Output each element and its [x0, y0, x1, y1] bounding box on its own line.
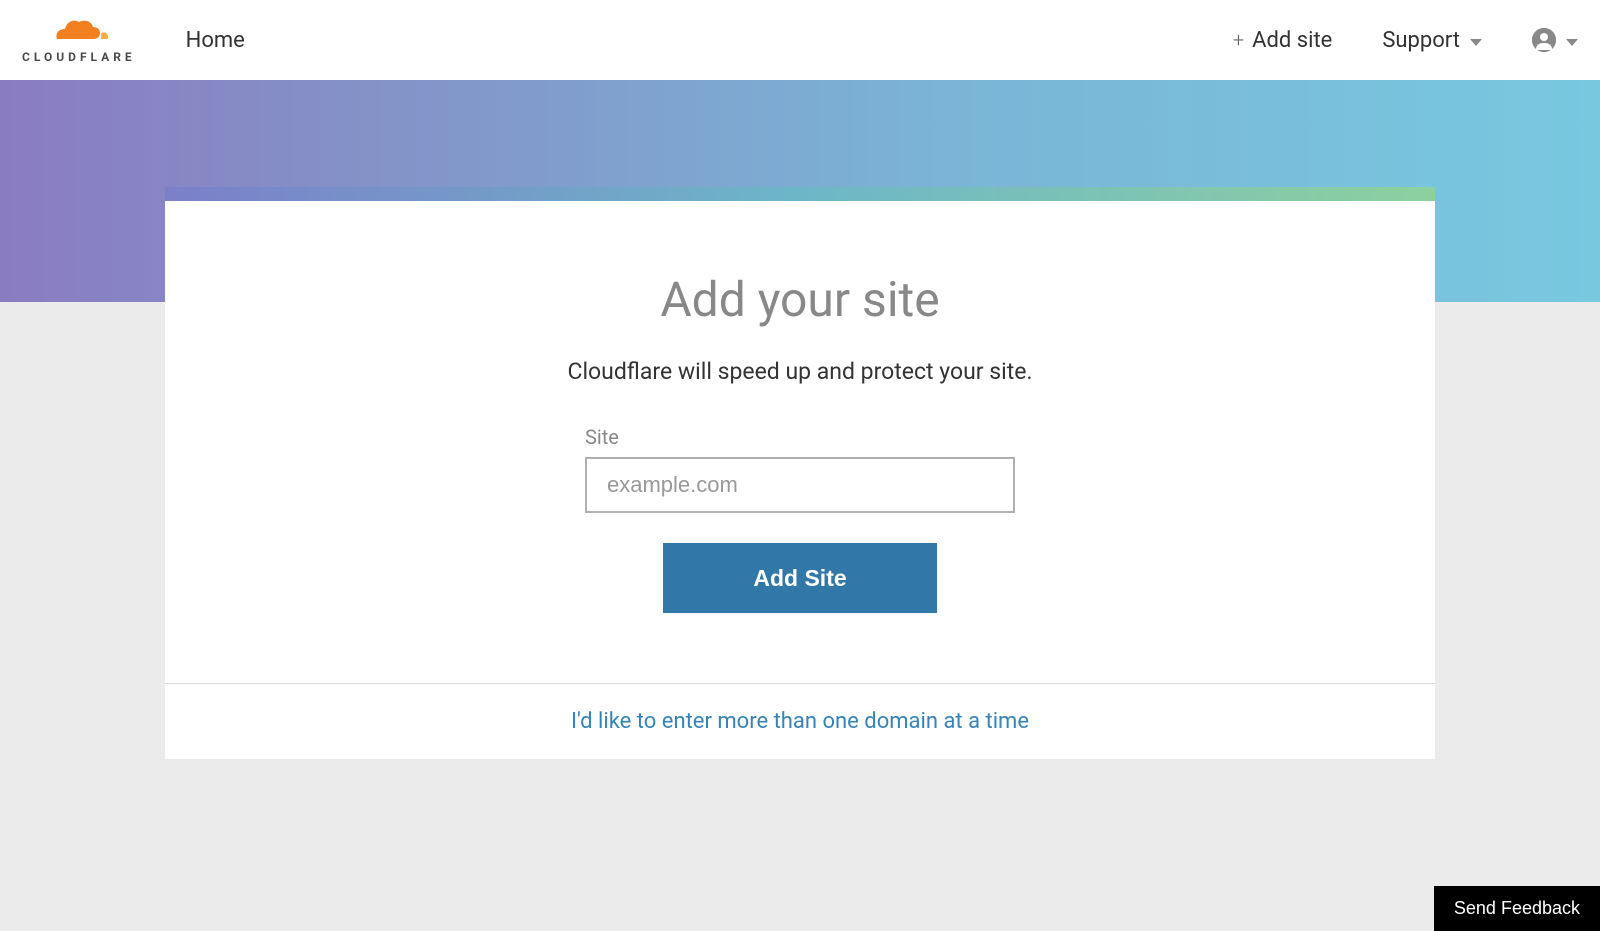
add-site-link[interactable]: + Add site	[1233, 28, 1333, 53]
multi-domain-link[interactable]: I'd like to enter more than one domain a…	[571, 709, 1029, 734]
add-site-button[interactable]: Add Site	[663, 543, 937, 613]
plus-icon: +	[1233, 28, 1244, 52]
header: CLOUDFLARE Home + Add site Support	[0, 0, 1600, 80]
support-label: Support	[1382, 28, 1460, 53]
support-dropdown[interactable]: Support	[1382, 28, 1482, 53]
chevron-down-icon	[1566, 39, 1578, 46]
user-menu-dropdown[interactable]	[1532, 28, 1578, 52]
card-content: Add your site Cloudflare will speed up a…	[165, 201, 1435, 683]
logo-section: CLOUDFLARE Home	[22, 17, 245, 64]
page-title: Add your site	[225, 271, 1375, 328]
card-accent-bar	[165, 187, 1435, 201]
site-input-label: Site	[585, 425, 1015, 449]
header-right: + Add site Support	[1233, 28, 1578, 53]
send-feedback-button[interactable]: Send Feedback	[1434, 886, 1600, 931]
page-subtitle: Cloudflare will speed up and protect you…	[225, 358, 1375, 385]
add-site-link-label: Add site	[1252, 28, 1332, 53]
card-footer: I'd like to enter more than one domain a…	[165, 683, 1435, 759]
add-site-card: Add your site Cloudflare will speed up a…	[165, 187, 1435, 759]
user-avatar-icon	[1532, 28, 1556, 52]
site-input[interactable]	[585, 457, 1015, 513]
cloudflare-logo[interactable]: CLOUDFLARE	[22, 17, 136, 64]
cloudflare-cloud-icon	[49, 17, 109, 47]
home-link[interactable]: Home	[186, 28, 245, 53]
logo-text: CLOUDFLARE	[22, 50, 136, 64]
main-container: Add your site Cloudflare will speed up a…	[0, 80, 1600, 759]
chevron-down-icon	[1470, 39, 1482, 46]
form-section: Site Add Site	[585, 425, 1015, 613]
